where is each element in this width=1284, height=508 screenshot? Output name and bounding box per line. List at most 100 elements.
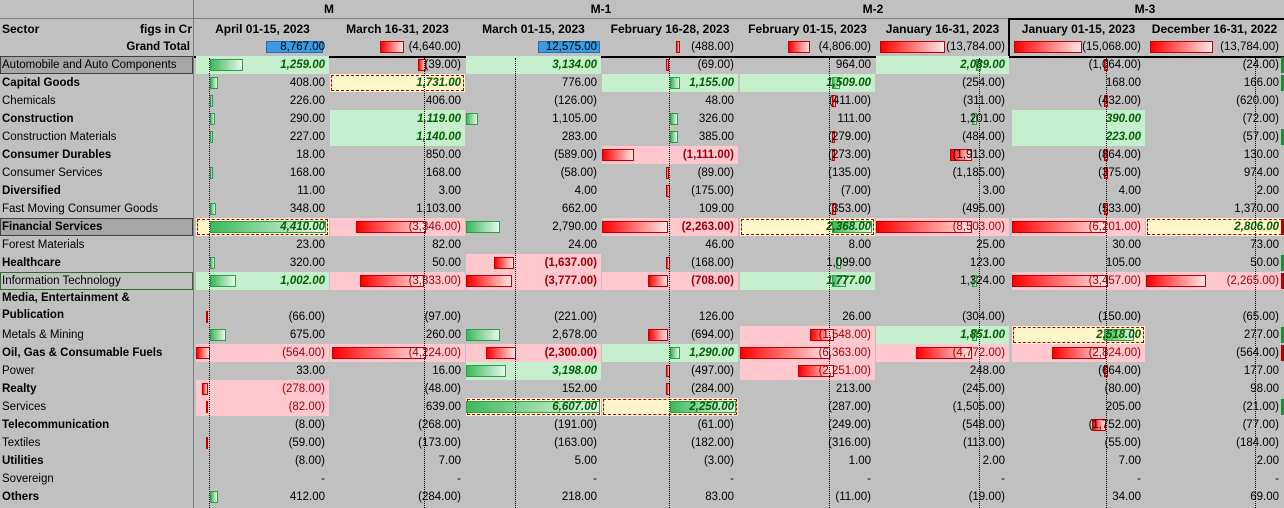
value-cell[interactable]: (135.00) [740, 164, 875, 182]
period-header[interactable]: February 01-15, 2023 [740, 20, 875, 38]
value-cell[interactable]: (59.00) [196, 434, 329, 452]
value-cell[interactable]: (664.00) [1012, 362, 1145, 380]
value-cell[interactable]: 776.00 [466, 74, 601, 92]
value-cell[interactable]: 223.00 [1012, 128, 1145, 146]
value-cell[interactable]: 227.00 [196, 128, 329, 146]
sector-label[interactable]: Services [0, 398, 193, 416]
value-cell[interactable]: (311.00) [876, 92, 1009, 110]
value-cell[interactable]: (80.00) [1012, 380, 1145, 398]
value-cell[interactable]: (2,263.00) [602, 218, 738, 236]
group-header-m3[interactable]: M-3 [1010, 0, 1280, 18]
value-cell[interactable]: (495.00) [876, 200, 1009, 218]
value-cell[interactable]: (316.00) [740, 434, 875, 452]
sector-label[interactable]: Automobile and Auto Components [0, 56, 193, 74]
value-cell[interactable]: 964.00 [740, 56, 875, 74]
value-cell[interactable]: 126.00 [602, 308, 738, 326]
value-cell[interactable]: (1,111.00) [602, 146, 738, 164]
period-header[interactable]: February 16-28, 2023 [602, 20, 738, 38]
value-cell[interactable]: (6,201.00) [1012, 218, 1145, 236]
sector-label[interactable]: Fast Moving Consumer Goods [0, 200, 193, 218]
value-cell[interactable]: 260.00 [330, 326, 465, 344]
sector-label[interactable]: Sovereign [0, 470, 193, 488]
value-cell[interactable]: (564.00) [196, 344, 329, 362]
value-cell[interactable]: - [466, 470, 601, 488]
value-cell[interactable]: (279.00) [740, 128, 875, 146]
value-cell[interactable]: 130.00 [1146, 146, 1283, 164]
value-cell[interactable]: (287.00) [740, 398, 875, 416]
value-cell[interactable]: (57.00) [1146, 128, 1283, 146]
value-cell[interactable]: (182.00) [602, 434, 738, 452]
value-cell[interactable]: (19.00) [876, 488, 1009, 506]
sector-label[interactable]: Capital Goods [0, 74, 193, 92]
value-cell[interactable]: 1,119.00 [330, 110, 465, 128]
value-cell[interactable]: 16.00 [330, 362, 465, 380]
value-cell[interactable]: (39.00) [330, 56, 465, 74]
value-cell[interactable]: (55.00) [1012, 434, 1145, 452]
sector-label[interactable]: Power [0, 362, 193, 380]
value-cell[interactable]: 33.00 [196, 362, 329, 380]
value-cell[interactable]: 1,851.00 [876, 326, 1009, 344]
value-cell[interactable]: 23.00 [196, 236, 329, 254]
units-header[interactable]: figs in Cr [100, 20, 192, 38]
sector-label[interactable]: Oil, Gas & Consumable Fuels [0, 344, 193, 362]
value-cell[interactable]: (273.00) [740, 146, 875, 164]
value-cell[interactable]: 2.00 [876, 452, 1009, 470]
value-cell[interactable]: 3.00 [330, 182, 465, 200]
value-cell[interactable]: 48.00 [602, 92, 738, 110]
group-header-m[interactable]: M [196, 0, 462, 18]
period-header[interactable]: January 01-15, 2023 [1012, 20, 1145, 38]
value-cell[interactable]: (163.00) [466, 434, 601, 452]
value-cell[interactable]: 18.00 [196, 146, 329, 164]
value-cell[interactable]: (82.00) [196, 398, 329, 416]
value-cell[interactable]: (278.00) [196, 380, 329, 398]
value-cell[interactable]: (548.00) [876, 416, 1009, 434]
value-cell[interactable]: (304.00) [876, 308, 1009, 326]
value-cell[interactable]: (375.00) [1012, 164, 1145, 182]
value-cell[interactable]: 218.00 [466, 488, 601, 506]
value-cell[interactable]: (168.00) [602, 254, 738, 272]
value-cell[interactable]: 1,155.00 [602, 74, 738, 92]
value-cell[interactable]: (4,224.00) [330, 344, 465, 362]
value-cell[interactable]: - [1012, 470, 1145, 488]
period-header[interactable]: April 01-15, 2023 [196, 20, 329, 38]
value-cell[interactable]: (8.00) [196, 452, 329, 470]
sector-label[interactable]: Chemicals [0, 92, 193, 110]
value-cell[interactable]: 406.00 [330, 92, 465, 110]
value-cell[interactable]: (245.00) [876, 380, 1009, 398]
value-cell[interactable]: (58.00) [466, 164, 601, 182]
value-cell[interactable]: 123.00 [876, 254, 1009, 272]
value-cell[interactable]: 4.00 [1012, 182, 1145, 200]
value-cell[interactable]: 152.00 [466, 380, 601, 398]
value-cell[interactable]: (191.00) [466, 416, 601, 434]
sector-label[interactable]: Others [0, 488, 193, 506]
value-cell[interactable]: 2,790.00 [466, 218, 601, 236]
value-cell[interactable]: (6,363.00) [740, 344, 875, 362]
sector-label[interactable]: Consumer Durables [0, 146, 193, 164]
value-cell[interactable]: 1,201.00 [876, 110, 1009, 128]
value-cell[interactable]: 50.00 [330, 254, 465, 272]
value-cell[interactable]: (15,068.00) [1012, 38, 1145, 56]
value-cell[interactable]: (97.00) [330, 308, 465, 326]
value-cell[interactable]: - [1146, 470, 1283, 488]
value-cell[interactable]: 1,370.00 [1146, 200, 1283, 218]
value-cell[interactable]: 1,002.00 [196, 272, 329, 290]
value-cell[interactable]: 1.00 [740, 452, 875, 470]
value-cell[interactable]: (3,457.00) [1012, 272, 1145, 290]
value-cell[interactable]: (89.00) [602, 164, 738, 182]
value-cell[interactable]: (8.00) [196, 416, 329, 434]
sector-label[interactable]: Consumer Services [0, 164, 193, 182]
value-cell[interactable]: (65.00) [1146, 308, 1283, 326]
value-cell[interactable]: (66.00) [196, 308, 329, 326]
sector-label[interactable]: Healthcare [0, 254, 193, 272]
value-cell[interactable]: (284.00) [602, 380, 738, 398]
value-cell[interactable]: 974.00 [1146, 164, 1283, 182]
value-cell[interactable]: (2,251.00) [740, 362, 875, 380]
sector-label[interactable]: Information Technology [0, 272, 193, 290]
value-cell[interactable]: (864.00) [1012, 146, 1145, 164]
value-cell[interactable]: 12,575.00 [466, 38, 601, 56]
value-cell[interactable]: (69.00) [602, 56, 738, 74]
value-cell[interactable]: (620.00) [1146, 92, 1283, 110]
value-cell[interactable]: (173.00) [330, 434, 465, 452]
value-cell[interactable]: 408.00 [196, 74, 329, 92]
value-cell[interactable]: 3.00 [876, 182, 1009, 200]
